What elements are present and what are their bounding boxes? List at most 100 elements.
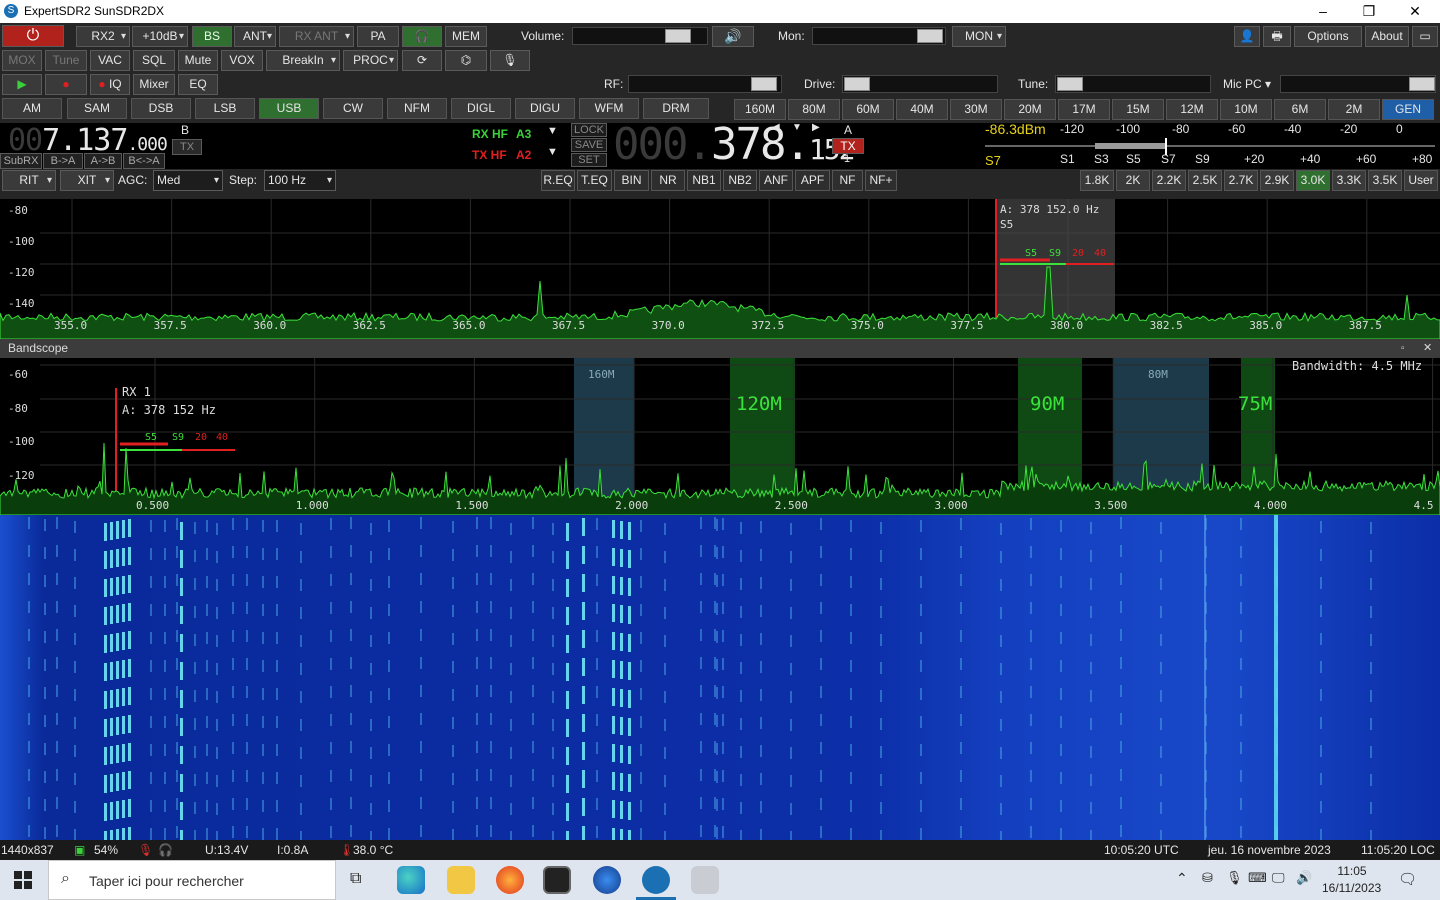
band-12m-button[interactable]: 12M [1166,99,1218,120]
agc-select[interactable]: Med [153,170,223,191]
close-bandscope-icon[interactable]: ✕ [1423,339,1432,358]
rit-button[interactable]: RIT [2,170,56,191]
filter-3-0k-button[interactable]: 3.0K [1296,170,1330,191]
start-button[interactable] [14,871,32,889]
tray-date[interactable]: 16/11/2023 [1322,881,1381,895]
tune-knob[interactable] [1057,77,1083,91]
mon-knob[interactable] [917,29,943,43]
volume-slider[interactable] [572,27,708,45]
filter-2-5k-button[interactable]: 2.5K [1188,170,1222,191]
notification-icon[interactable]: 🗨 [1398,870,1417,888]
band-30m-button[interactable]: 30M [950,99,1002,120]
task-view-icon[interactable]: ⧉ [350,870,361,888]
filter-2k-button[interactable]: 2K [1116,170,1150,191]
tray-ime-icon[interactable]: ⌨ [1248,870,1267,886]
rx-ant-dropdown[interactable]: ▼ [547,125,558,137]
filter-1-8k-button[interactable]: 1.8K [1080,170,1114,191]
mode-usb-button[interactable]: USB [259,98,319,119]
close-button[interactable]: ✕ [1392,0,1438,23]
dsp-nr-button[interactable]: NR [651,170,685,191]
about-button[interactable]: About [1365,26,1409,47]
preamp-button[interactable]: +10dB [132,26,188,47]
band-10m-button[interactable]: 10M [1220,99,1272,120]
band-6m-button[interactable]: 6M [1274,99,1326,120]
dsp-req-button[interactable]: R.EQ [541,170,575,191]
tx-ant-dropdown[interactable]: ▼ [547,146,558,158]
filter-2-7k-button[interactable]: 2.7K [1224,170,1258,191]
a-to-b-button[interactable]: A->B [84,153,122,169]
printer-button[interactable]: 🖶 [1263,26,1291,47]
minimize-button[interactable]: – [1300,0,1346,23]
mode-nfm-button[interactable]: NFM [387,98,447,119]
mode-dsb-button[interactable]: DSB [131,98,191,119]
mode-digu-button[interactable]: DIGU [515,98,575,119]
ant-button[interactable]: ANT [234,26,276,47]
file-explorer-icon[interactable] [447,866,475,894]
edge-icon[interactable] [397,866,425,894]
mic-source-select[interactable]: Mic PC ▾ [1223,77,1271,91]
play-button[interactable]: ▶ [2,74,42,95]
mute-button[interactable]: Mute [178,50,218,71]
record-button[interactable]: ● [45,74,87,95]
rx-ant-button[interactable]: RX ANT [279,26,354,47]
waterfall-image[interactable] [0,515,1440,840]
band-20m-button[interactable]: 20M [1004,99,1056,120]
power-button[interactable]: ⏻ [2,25,64,47]
swap-button[interactable]: B<->A [123,153,165,169]
mem-button[interactable]: MEM [445,26,487,47]
xit-button[interactable]: XIT [60,170,114,191]
terminal-icon[interactable] [543,866,571,894]
panadapter[interactable] [0,199,1440,340]
mon-slider[interactable] [812,27,946,45]
firefox-icon[interactable] [496,866,524,894]
rotate-button[interactable]: ⟳ [402,50,442,71]
drive-knob[interactable] [844,77,870,91]
band-80m-button[interactable]: 80M [788,99,840,120]
volume-knob[interactable] [665,29,691,43]
iq-record-button[interactable]: ● IQ [90,74,130,95]
user-button[interactable]: 👤 [1234,26,1260,47]
filter-2-9k-button[interactable]: 2.9K [1260,170,1294,191]
mox-button[interactable]: MOX [2,50,42,71]
set-button[interactable]: SET [571,153,607,167]
filter-2-2k-button[interactable]: 2.2K [1152,170,1186,191]
step-left-icon[interactable]: ◀ [772,122,780,133]
lock-button[interactable]: LOCK [571,123,607,137]
headphones-button[interactable]: 🎧 [402,26,442,47]
mode-digl-button[interactable]: DIGL [451,98,511,119]
tray-mic-icon[interactable]: 🎙 [1226,870,1243,886]
pa-button[interactable]: PA [357,26,399,47]
mic-slider[interactable] [1280,75,1436,93]
vac-button[interactable]: VAC [90,50,130,71]
vfo-b-tx-button[interactable]: TX [172,139,202,155]
subrx-button[interactable]: SubRX [0,153,42,169]
step-right-icon[interactable]: ▶ [812,122,820,133]
rx2-button[interactable]: RX2 [76,26,130,47]
mode-lsb-button[interactable]: LSB [195,98,255,119]
vox-button[interactable]: VOX [221,50,263,71]
fullscreen-button[interactable]: ▭ [1412,26,1438,47]
filter-user-button[interactable]: User [1404,170,1438,191]
dsp-anf-button[interactable]: ANF [759,170,793,191]
band-60m-button[interactable]: 60M [842,99,894,120]
dsp-apf-button[interactable]: APF [795,170,830,191]
dsp-bin-button[interactable]: BIN [614,170,649,191]
dsp-nb1-button[interactable]: NB1 [687,170,721,191]
globe-app-icon[interactable] [593,866,621,894]
undock-icon[interactable]: ▫ [1401,339,1405,358]
band-2m-button[interactable]: 2M [1328,99,1380,120]
mic-button[interactable]: 🎙 [490,50,530,71]
band-40m-button[interactable]: 40M [896,99,948,120]
eq-button[interactable]: EQ [178,74,218,95]
filter-3-5k-button[interactable]: 3.5K [1368,170,1402,191]
tray-usb-icon[interactable]: ⛁ [1202,870,1213,886]
mode-wfm-button[interactable]: WFM [579,98,639,119]
drive-slider[interactable] [842,75,998,93]
recorder-button[interactable]: ⌬ [445,50,487,71]
panadapter-plot[interactable] [0,199,1440,340]
mode-sam-button[interactable]: SAM [67,98,127,119]
sql-button[interactable]: SQL [133,50,175,71]
app-taskbar-icon[interactable] [691,866,719,894]
dsp-nf-button[interactable]: NF [832,170,863,191]
tune-button[interactable]: Tune [45,50,87,71]
